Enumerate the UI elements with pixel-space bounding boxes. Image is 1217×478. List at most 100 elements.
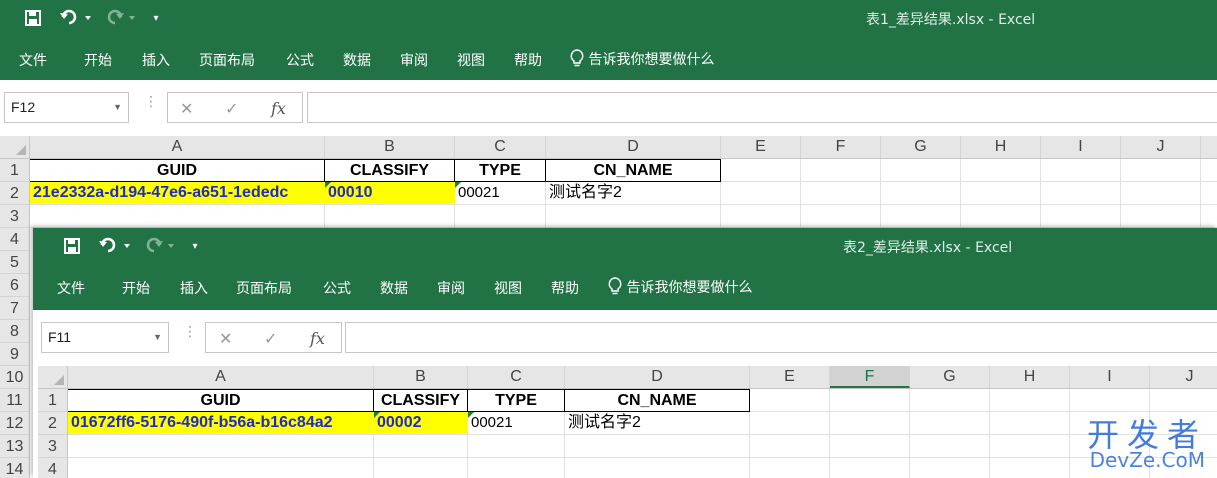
tab-page-layout[interactable]: 页面布局: [199, 50, 255, 70]
tell-me-box[interactable]: 告诉我你想要做什么: [608, 277, 752, 297]
tab-review[interactable]: 审阅: [400, 50, 428, 70]
cell-d2[interactable]: 测试名字2: [565, 412, 750, 434]
row-header[interactable]: 3: [0, 205, 29, 228]
cell-d1[interactable]: CN_NAME: [546, 159, 721, 182]
undo-icon[interactable]: [58, 9, 94, 29]
save-icon[interactable]: [59, 237, 85, 257]
row-header[interactable]: 2: [0, 182, 29, 205]
name-box[interactable]: F12 ▼: [4, 92, 129, 123]
col-header-a[interactable]: A: [68, 366, 374, 388]
col-header-b[interactable]: B: [374, 366, 468, 388]
customize-icon[interactable]: ▾: [148, 9, 164, 29]
undo-icon[interactable]: [97, 237, 133, 257]
cell-a1[interactable]: GUID: [68, 389, 374, 412]
row-header[interactable]: 2: [38, 412, 67, 435]
tab-file[interactable]: 文件: [19, 50, 47, 70]
row-header[interactable]: 13: [0, 435, 29, 458]
col-header-c[interactable]: C: [455, 136, 546, 158]
tab-home[interactable]: 开始: [122, 278, 150, 298]
col-header-d[interactable]: D: [565, 366, 750, 388]
cell-c1[interactable]: TYPE: [468, 389, 565, 412]
cell-c1[interactable]: TYPE: [455, 159, 546, 182]
row-header[interactable]: 1: [38, 389, 67, 412]
chevron-down-icon[interactable]: ▼: [113, 93, 122, 122]
grip-icon[interactable]: ⋮: [183, 324, 197, 340]
tab-page-layout[interactable]: 页面布局: [236, 278, 292, 298]
cell-a2[interactable]: 21e2332a-d194-47e6-a651-1ededc: [30, 182, 325, 204]
row-header[interactable]: 10: [0, 366, 29, 389]
select-all-corner[interactable]: [38, 366, 68, 389]
tab-file[interactable]: 文件: [57, 278, 85, 298]
formula-input[interactable]: [345, 322, 1217, 353]
col-header-e[interactable]: E: [750, 366, 830, 388]
col-header-h[interactable]: H: [961, 136, 1041, 158]
tab-view[interactable]: 视图: [494, 278, 522, 298]
name-box[interactable]: F11 ▼: [41, 322, 169, 353]
cell-c2[interactable]: 00021: [455, 182, 546, 204]
col-header-e[interactable]: E: [721, 136, 801, 158]
tab-data[interactable]: 数据: [343, 50, 371, 70]
checkmark-icon[interactable]: ✓: [264, 329, 277, 348]
cell-d1[interactable]: CN_NAME: [565, 389, 750, 412]
chevron-down-icon[interactable]: ▼: [153, 323, 162, 352]
cell-a2[interactable]: 01672ff6-5176-490f-b56a-b16c84a2: [68, 412, 374, 434]
row-header[interactable]: 12: [0, 412, 29, 435]
tab-view[interactable]: 视图: [457, 50, 485, 70]
cell-d2[interactable]: 测试名字2: [546, 182, 721, 204]
row-header[interactable]: 9: [0, 343, 29, 366]
row-header[interactable]: 11: [0, 389, 29, 412]
row-header[interactable]: 1: [0, 159, 29, 182]
row-header[interactable]: 4: [0, 228, 29, 251]
select-all-corner[interactable]: [0, 136, 30, 159]
cell-b2[interactable]: 00002: [374, 412, 468, 434]
col-header-d[interactable]: D: [546, 136, 721, 158]
lightbulb-icon: [608, 277, 622, 296]
cell-c2[interactable]: 00021: [468, 412, 565, 434]
checkmark-icon[interactable]: ✓: [225, 99, 238, 118]
tab-formulas[interactable]: 公式: [286, 50, 314, 70]
col-header-f[interactable]: F: [830, 366, 910, 388]
col-header-i[interactable]: I: [1041, 136, 1121, 158]
tab-data[interactable]: 数据: [380, 278, 408, 298]
redo-icon[interactable]: [102, 9, 138, 29]
tab-formulas[interactable]: 公式: [323, 278, 351, 298]
row-header[interactable]: 14: [0, 458, 29, 478]
customize-icon[interactable]: ▾: [187, 237, 203, 257]
cell-a1[interactable]: GUID: [30, 159, 325, 182]
cell-b1[interactable]: CLASSIFY: [374, 389, 468, 412]
row-header[interactable]: 3: [38, 435, 67, 458]
tab-review[interactable]: 审阅: [437, 278, 465, 298]
row-header[interactable]: 6: [0, 274, 29, 297]
row-header[interactable]: 8: [0, 320, 29, 343]
cancel-icon[interactable]: ✕: [219, 329, 232, 348]
tell-me-box[interactable]: 告诉我你想要做什么: [570, 49, 714, 69]
cell-b1[interactable]: CLASSIFY: [325, 159, 455, 182]
col-header-f[interactable]: F: [801, 136, 881, 158]
row-header[interactable]: 7: [0, 297, 29, 320]
tab-help[interactable]: 帮助: [514, 50, 542, 70]
cancel-icon[interactable]: ✕: [180, 99, 193, 118]
col-header-j[interactable]: J: [1121, 136, 1201, 158]
tab-help[interactable]: 帮助: [551, 278, 579, 298]
tab-insert[interactable]: 插入: [142, 50, 170, 70]
col-header-c[interactable]: C: [468, 366, 565, 388]
col-header-b[interactable]: B: [325, 136, 455, 158]
cell-b2[interactable]: 00010: [325, 182, 455, 204]
fx-icon[interactable]: fx: [310, 329, 325, 348]
row-header[interactable]: 4: [38, 458, 67, 478]
tab-insert[interactable]: 插入: [180, 278, 208, 298]
col-header-g[interactable]: G: [881, 136, 961, 158]
formula-input[interactable]: [307, 92, 1217, 123]
col-header-j[interactable]: J: [1150, 366, 1217, 388]
tab-home[interactable]: 开始: [84, 50, 112, 70]
cell-grid[interactable]: GUID CLASSIFY TYPE CN_NAME 01672ff6-5176…: [68, 389, 1217, 478]
fx-icon[interactable]: fx: [271, 99, 286, 118]
col-header-h[interactable]: H: [990, 366, 1070, 388]
col-header-i[interactable]: I: [1070, 366, 1150, 388]
grip-icon[interactable]: ⋮: [144, 94, 158, 110]
save-icon[interactable]: [20, 9, 46, 29]
col-header-a[interactable]: A: [30, 136, 325, 158]
row-header[interactable]: 5: [0, 251, 29, 274]
redo-icon[interactable]: [141, 237, 177, 257]
col-header-g[interactable]: G: [910, 366, 990, 388]
